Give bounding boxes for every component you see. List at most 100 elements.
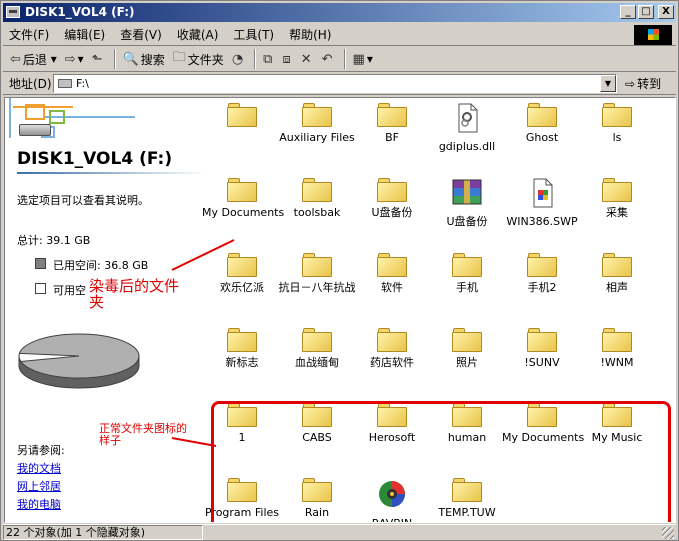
folder-icon xyxy=(302,103,332,127)
folder-icon xyxy=(602,178,632,202)
toolbar: ⇦ 后退 ▾ ⇨ ▾ ⬑ 🔍 搜索 🗀 文件夹 ◔ ⧉ ⧈ ✕ ↶ ▦ ▾ xyxy=(3,47,676,72)
folder-icon xyxy=(302,178,332,202)
link-my-computer[interactable]: 我的电脑 xyxy=(17,496,61,512)
folder-icon xyxy=(227,178,257,202)
delete-button[interactable]: ✕ xyxy=(298,48,317,70)
file-item-label: ls xyxy=(612,131,622,144)
address-label: 地址(D) xyxy=(9,77,52,91)
menu-favorites[interactable]: 收藏(A) xyxy=(177,26,219,43)
copy-to-button[interactable]: ⧈ xyxy=(279,48,295,70)
drive-title: DISK1_VOL4 (F:) xyxy=(17,149,173,169)
file-item[interactable]: !WNM xyxy=(577,328,657,369)
file-item[interactable]: !SUNV xyxy=(502,328,582,369)
folder-icon xyxy=(452,328,482,352)
file-item[interactable]: 相声 xyxy=(577,253,657,294)
window-title: DISK1_VOL4 (F:) xyxy=(25,5,135,19)
infected-annotation-line: 染毒后的文件 xyxy=(89,277,180,295)
file-item[interactable] xyxy=(202,103,282,131)
menu-help[interactable]: 帮助(H) xyxy=(289,26,331,43)
file-item[interactable]: 手机 xyxy=(427,253,507,294)
undo-button[interactable]: ↶ xyxy=(319,48,338,70)
file-item-label: 欢乐亿派 xyxy=(220,281,264,294)
maximize-button[interactable]: □ xyxy=(638,5,654,19)
menu-view[interactable]: 查看(V) xyxy=(120,26,162,43)
menu-tools[interactable]: 工具(T) xyxy=(233,26,274,43)
file-view: DISK1_VOL4 (F:) 选定项目可以查看其说明。 总计: 39.1 GB… xyxy=(4,97,676,523)
file-item-label: Ghost xyxy=(525,131,559,144)
file-item[interactable]: 照片 xyxy=(427,328,507,369)
folders-button[interactable]: 🗀 文件夹 xyxy=(170,48,227,70)
file-item[interactable]: 血战缅甸 xyxy=(277,328,357,369)
file-item[interactable]: Ghost xyxy=(502,103,582,144)
search-icon: 🔍 xyxy=(122,51,139,67)
back-label: 后退 xyxy=(22,52,47,67)
up-button[interactable]: ⬑ xyxy=(89,48,108,70)
file-item-label: 药店软件 xyxy=(370,356,414,369)
move-to-icon: ⧉ xyxy=(263,51,273,67)
file-item[interactable]: 抗日－八年抗战 xyxy=(277,253,357,294)
file-item[interactable]: U盘备份 xyxy=(427,178,507,228)
address-input[interactable]: F:\ ▼ xyxy=(53,74,617,93)
free-space-swatch xyxy=(35,283,46,294)
file-item-label: 新标志 xyxy=(225,356,259,369)
file-item-label: !WNM xyxy=(600,356,634,369)
go-arrow-icon: ⇨ xyxy=(625,76,636,91)
file-item-label: U盘备份 xyxy=(446,215,488,228)
see-also-label: 另请参阅: xyxy=(17,444,65,457)
file-item[interactable]: 药店软件 xyxy=(352,328,432,369)
go-button[interactable]: ⇨ 转到 xyxy=(625,74,661,93)
copy-to-icon: ⧈ xyxy=(282,51,291,67)
undo-icon: ↶ xyxy=(321,51,333,67)
banner-decoration xyxy=(49,110,65,124)
back-button[interactable]: ⇦ 后退 ▾ xyxy=(7,48,60,70)
annotation-arrow xyxy=(171,239,235,271)
folder-icon xyxy=(602,103,632,127)
folder-icon xyxy=(227,103,257,127)
file-item[interactable]: 手机2 xyxy=(502,253,582,294)
forward-button[interactable]: ⇨ ▾ xyxy=(62,48,87,70)
link-network-places[interactable]: 网上邻居 xyxy=(17,478,61,494)
close-button[interactable]: X xyxy=(658,5,674,19)
file-item[interactable]: My Documents xyxy=(202,178,285,219)
file-item[interactable]: 新标志 xyxy=(202,328,282,369)
toolbar-separator xyxy=(343,49,346,69)
minimize-button[interactable]: _ xyxy=(620,5,636,19)
file-item-label: 抗日－八年抗战 xyxy=(278,281,356,294)
hard-drive-icon xyxy=(19,124,51,136)
used-space-swatch xyxy=(35,258,46,269)
file-item-label: BF xyxy=(385,131,399,144)
search-button[interactable]: 🔍 搜索 xyxy=(120,48,168,70)
views-button[interactable]: ▦ ▾ xyxy=(350,48,376,70)
file-item[interactable]: gdiplus.dll xyxy=(427,103,507,153)
file-item[interactable]: Auxiliary Files xyxy=(277,103,357,144)
file-item[interactable]: U盘备份 xyxy=(352,178,432,219)
title-bar[interactable]: DISK1_VOL4 (F:) _ □ X xyxy=(3,3,676,22)
menu-edit[interactable]: 编辑(E) xyxy=(64,26,105,43)
views-icon: ▦ xyxy=(352,51,365,67)
file-item[interactable]: BF xyxy=(352,103,432,144)
folder-icon xyxy=(377,253,407,277)
folder-icon xyxy=(527,328,557,352)
web-view-pane: DISK1_VOL4 (F:) 选定项目可以查看其说明。 总计: 39.1 GB… xyxy=(5,98,210,522)
file-item-label: WIN386.SWP xyxy=(506,215,578,228)
file-item[interactable]: toolsbak xyxy=(277,178,357,219)
history-button[interactable]: ◔ xyxy=(229,48,248,70)
title-underline xyxy=(17,172,207,174)
delete-icon: ✕ xyxy=(300,51,312,67)
address-dropdown-button[interactable]: ▼ xyxy=(600,75,616,92)
link-my-documents[interactable]: 我的文档 xyxy=(17,460,61,476)
file-item-label: My Documents xyxy=(202,206,285,219)
move-to-button[interactable]: ⧉ xyxy=(260,48,277,70)
resize-grip-icon[interactable] xyxy=(662,527,674,539)
infected-annotation: 染毒后的文件 夹 xyxy=(89,278,179,310)
menu-file[interactable]: 文件(F) xyxy=(9,26,49,43)
file-item[interactable]: ls xyxy=(577,103,657,144)
file-item[interactable]: WIN386.SWP xyxy=(502,178,582,228)
file-item-label: gdiplus.dll xyxy=(438,140,496,153)
file-item-label: !SUNV xyxy=(524,356,560,369)
file-item[interactable]: 软件 xyxy=(352,253,432,294)
file-item-label: toolsbak xyxy=(293,206,341,219)
file-item[interactable]: 采集 xyxy=(577,178,657,219)
normal-annotation: 正常文件夹图标的 样子 xyxy=(99,423,187,447)
folder-icon xyxy=(602,253,632,277)
